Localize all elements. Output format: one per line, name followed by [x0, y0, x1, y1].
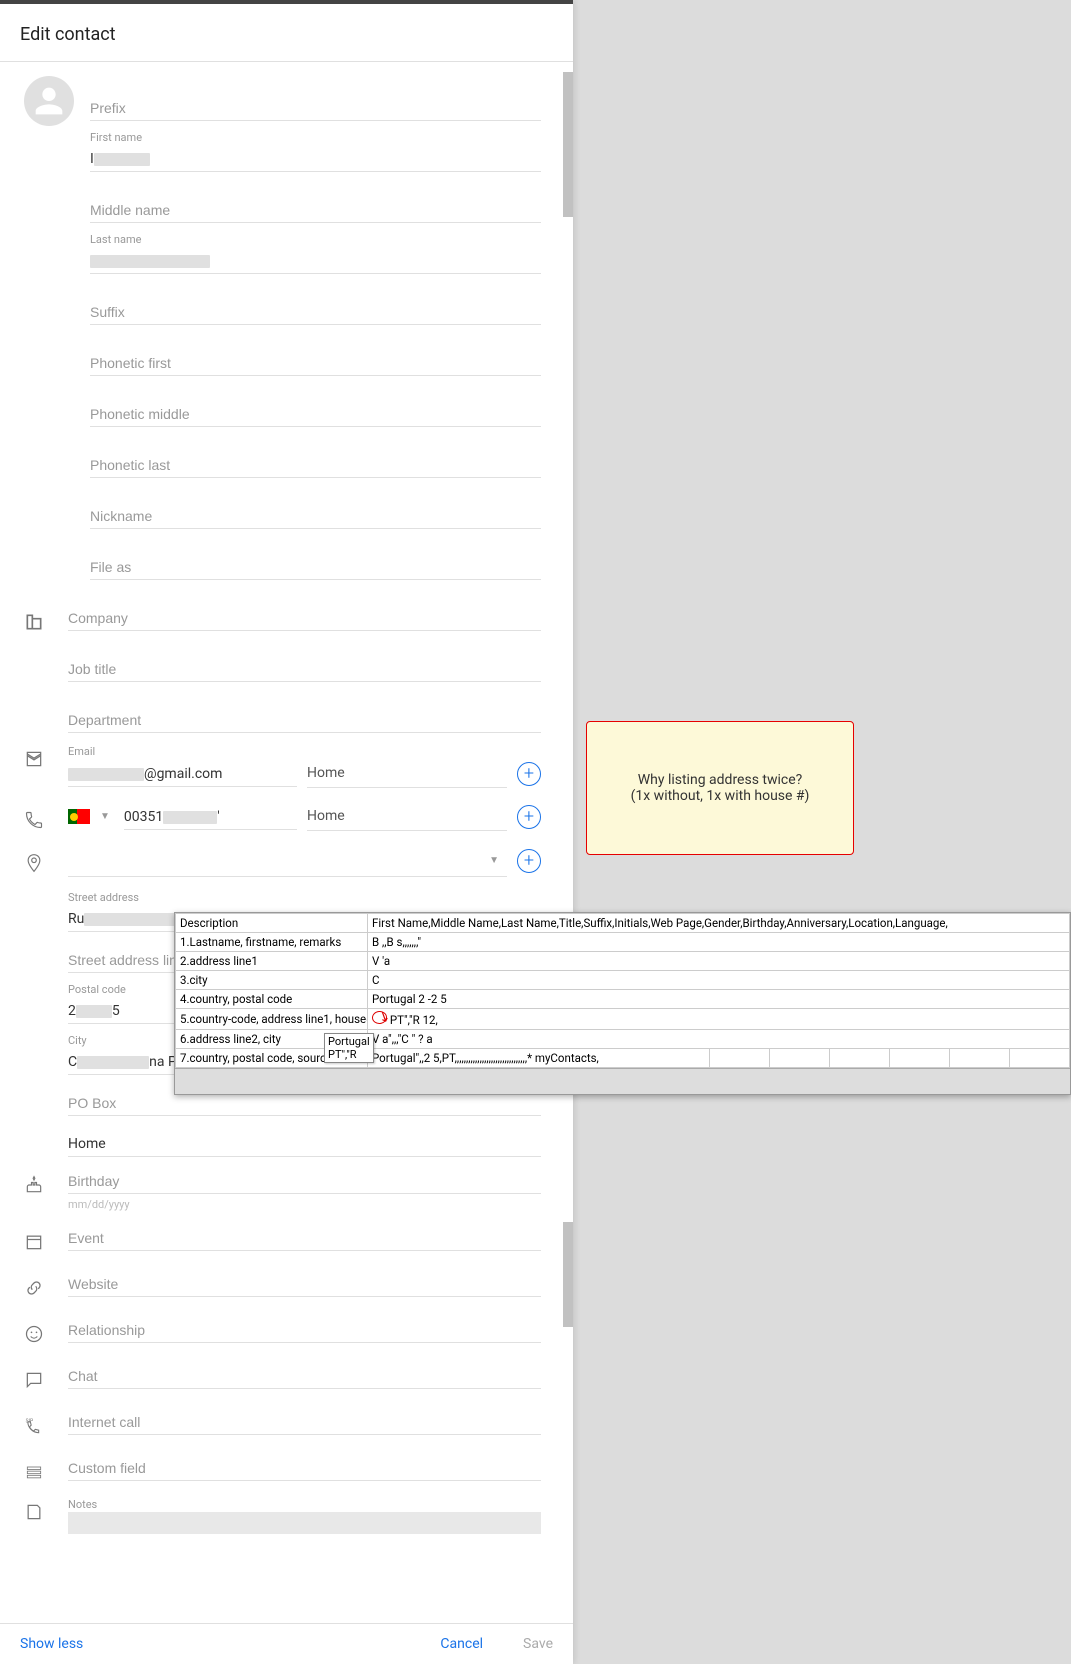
first-name-field[interactable]: I — [90, 145, 541, 172]
chat-field[interactable] — [68, 1362, 541, 1389]
first-name-label: First name — [90, 127, 541, 145]
ss-r7-v: Portugal",,2 5,PT,,,,,,,,,,,,,,,,,,,,,,,… — [368, 1049, 710, 1068]
ss-r4-d: 4.country, postal code — [176, 990, 368, 1009]
scrollbar-thumb-2[interactable] — [563, 1222, 573, 1327]
annotation-line1: Why listing address twice? — [638, 772, 803, 788]
email-type-select[interactable]: Home — [307, 759, 507, 788]
email-icon — [24, 741, 68, 769]
csv-spreadsheet-overlay: Description First Name,Middle Name,Last … — [174, 912, 1071, 1095]
cancel-button[interactable]: Cancel — [440, 1636, 483, 1652]
ss-bottom-bar — [175, 1068, 1070, 1094]
sip-icon: SIP — [24, 1408, 68, 1436]
ss-r2-v: V 'a — [368, 952, 1070, 971]
internet-call-field[interactable] — [68, 1408, 541, 1435]
ss-r6-v: V a",,,"C " ? a — [368, 1030, 1070, 1049]
add-email-button[interactable]: + — [517, 762, 541, 786]
scrollbar-track[interactable] — [563, 62, 573, 1623]
ss-r2-d: 2.address line1 — [176, 952, 368, 971]
ss-r5-v: PT","R 12, — [368, 1009, 1070, 1030]
phonetic-last-field[interactable] — [90, 451, 541, 478]
dialog-title: Edit contact — [0, 4, 573, 62]
ss-header-cols: First Name,Middle Name,Last Name,Title,S… — [368, 914, 1070, 933]
annotation-line2: (1x without, 1x with house #) — [631, 788, 810, 804]
job-title-field[interactable] — [68, 655, 541, 682]
show-less-link[interactable]: Show less — [20, 1636, 83, 1652]
add-phone-button[interactable]: + — [517, 805, 541, 829]
email-label: Email — [68, 741, 541, 759]
ss-r1-v: B ,,B s,,,,,,," — [368, 933, 1070, 952]
email-field[interactable]: @gmail.com — [68, 760, 297, 787]
department-field[interactable] — [68, 706, 541, 733]
annotation-note: Why listing address twice? (1x without, … — [586, 721, 854, 855]
website-icon — [24, 1270, 68, 1298]
chat-icon — [24, 1362, 68, 1390]
notes-field[interactable] — [68, 1512, 541, 1534]
birthday-field[interactable] — [68, 1167, 541, 1194]
website-field[interactable] — [68, 1270, 541, 1297]
phonetic-middle-field[interactable] — [90, 400, 541, 427]
address-type-field[interactable]: Home — [68, 1130, 541, 1157]
ss-header-desc: Description — [176, 914, 368, 933]
ss-r4-v: Portugal 2 -2 5 — [368, 990, 1070, 1009]
company-field[interactable] — [68, 604, 541, 631]
scrollbar-thumb[interactable] — [563, 72, 573, 217]
phone-icon — [24, 802, 68, 830]
custom-field[interactable] — [68, 1454, 541, 1481]
event-field[interactable] — [68, 1224, 541, 1251]
add-address-button[interactable]: + — [517, 849, 541, 873]
edit-contact-dialog: Edit contact First name — [0, 0, 573, 1664]
ss-r3-d: 3.city — [176, 971, 368, 990]
last-name-label: Last name — [90, 229, 541, 247]
birthday-hint: mm/dd/yyyy — [68, 1194, 541, 1212]
custom-icon — [24, 1454, 68, 1482]
country-flag-icon[interactable] — [68, 809, 90, 824]
file-as-field[interactable] — [90, 553, 541, 580]
nickname-field[interactable] — [90, 502, 541, 529]
ss-r5-d: 5.country-code, address line1, house# — [176, 1009, 368, 1030]
phone-type-select[interactable]: Home — [307, 802, 507, 831]
dialog-footer: Show less Cancel Save — [0, 1623, 573, 1664]
suffix-field[interactable] — [90, 298, 541, 325]
country-dropdown-caret[interactable]: ▼ — [100, 811, 110, 822]
notes-label: Notes — [68, 1494, 541, 1512]
phonetic-first-field[interactable] — [90, 349, 541, 376]
birthday-icon — [24, 1167, 68, 1195]
company-icon — [24, 604, 68, 632]
relationship-icon — [24, 1316, 68, 1344]
ss-cell-tooltip: PortugalPT","R — [324, 1033, 374, 1063]
middle-name-field[interactable] — [90, 196, 541, 223]
street-label: Street address — [68, 887, 541, 905]
save-button: Save — [523, 1636, 553, 1652]
location-icon — [24, 845, 68, 873]
ss-r1-d: 1.Lastname, firstname, remarks — [176, 933, 368, 952]
avatar[interactable] — [24, 76, 74, 126]
prefix-field[interactable] — [90, 94, 541, 121]
ss-r3-v: C — [368, 971, 1070, 990]
relationship-field[interactable] — [68, 1316, 541, 1343]
phone-field[interactable]: 00351' — [124, 803, 297, 830]
event-icon — [24, 1224, 68, 1252]
address-type-dropdown[interactable]: ▼ — [68, 845, 507, 877]
last-name-field[interactable] — [90, 247, 541, 274]
notes-icon — [24, 1494, 68, 1522]
